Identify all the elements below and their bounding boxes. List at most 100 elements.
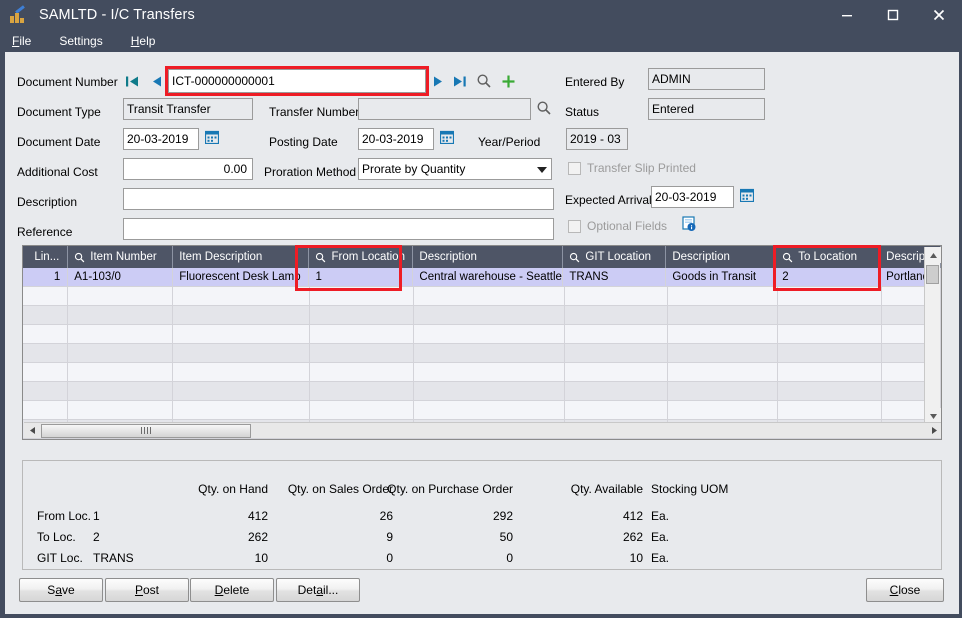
- transfer-slip-printed-checkbox[interactable]: [568, 162, 581, 175]
- expected-arrival-input[interactable]: [651, 186, 734, 208]
- optional-fields-checkbox[interactable]: [568, 220, 581, 233]
- close-button[interactable]: Close: [866, 578, 944, 602]
- summary-row-location-from: 1: [93, 509, 100, 523]
- transfer-number-label: Transfer Number: [269, 105, 360, 119]
- cell-empty: [777, 344, 882, 363]
- grid-col-item-description[interactable]: Item Description: [173, 246, 310, 268]
- previous-record-icon[interactable]: [147, 72, 165, 90]
- table-row-empty[interactable]: [23, 401, 941, 420]
- posting-date-input[interactable]: [358, 128, 434, 150]
- first-record-icon[interactable]: [123, 72, 141, 90]
- summary-row-location-to: 2: [93, 530, 100, 544]
- status-label: Status: [565, 105, 600, 119]
- cell-git-location: TRANS: [563, 268, 667, 287]
- cell-empty: [23, 344, 69, 363]
- expected-arrival-label: Expected Arrival: [565, 193, 652, 207]
- document-date-input[interactable]: [123, 128, 199, 150]
- transfer-number-input[interactable]: [358, 98, 531, 120]
- cell-empty: [68, 306, 174, 325]
- minimize-icon[interactable]: [824, 0, 870, 30]
- year-period-input[interactable]: [566, 128, 628, 150]
- delete-button[interactable]: Delete: [190, 578, 274, 602]
- grid-col-from-location[interactable]: From Location: [309, 246, 414, 268]
- summary-from-qty-on-sales-order: 26: [379, 509, 393, 523]
- horizontal-scrollbar[interactable]: [24, 422, 941, 438]
- summary-to-qty-on-hand: 262: [247, 530, 268, 544]
- menu-help[interactable]: Help: [131, 34, 156, 48]
- table-row-empty[interactable]: [23, 344, 941, 363]
- table-row-empty[interactable]: [23, 306, 941, 325]
- new-record-icon[interactable]: [499, 72, 517, 90]
- reference-label: Reference: [17, 225, 73, 239]
- grid-col-git-location[interactable]: GIT Location: [563, 246, 667, 268]
- vertical-scrollbar[interactable]: [924, 247, 941, 424]
- cell-empty: [777, 325, 882, 344]
- close-icon[interactable]: [916, 0, 962, 30]
- grid-col-git-description[interactable]: Description: [666, 246, 777, 268]
- last-record-icon[interactable]: [451, 72, 469, 90]
- summary-header-qty-on-purchase-order: Qty. on Purchase Order: [387, 482, 513, 496]
- scroll-left-icon[interactable]: [24, 423, 40, 438]
- grid-col-from-description[interactable]: Description: [413, 246, 564, 268]
- reference-input[interactable]: [123, 218, 554, 240]
- expected-arrival-calendar-icon[interactable]: [739, 188, 755, 203]
- cell-empty: [23, 363, 69, 382]
- menu-file[interactable]: FFileile: [12, 34, 31, 48]
- entered-by-input[interactable]: [648, 68, 765, 90]
- close-button-label: Close: [889, 583, 921, 597]
- menu-settings[interactable]: Settings: [59, 34, 102, 48]
- summary-git-stocking-uom: Ea.: [651, 551, 670, 565]
- summary-row-label-to: To Loc.: [37, 530, 76, 544]
- summary-from-stocking-uom: Ea.: [651, 509, 670, 523]
- cell-empty: [310, 401, 415, 420]
- document-number-input[interactable]: [168, 69, 426, 93]
- summary-from-qty-on-purchase-order: 292: [492, 509, 513, 523]
- detail-button[interactable]: Detail...: [276, 578, 360, 602]
- cell-empty: [414, 325, 565, 344]
- summary-to-qty-available: 262: [622, 530, 643, 544]
- cell-empty: [564, 325, 668, 344]
- table-row-empty[interactable]: [23, 382, 941, 401]
- document-date-calendar-icon[interactable]: [204, 130, 220, 145]
- additional-cost-input[interactable]: [123, 158, 253, 180]
- proration-method-select[interactable]: Prorate by Quantity: [358, 158, 552, 180]
- maximize-icon[interactable]: [870, 0, 916, 30]
- summary-to-qty-on-purchase-order: 50: [499, 530, 513, 544]
- description-label: Description: [17, 195, 78, 209]
- cell-empty: [173, 401, 311, 420]
- next-record-icon[interactable]: [429, 72, 447, 90]
- grid-col-item-number[interactable]: Item Number: [68, 246, 174, 268]
- cell-empty: [68, 363, 174, 382]
- description-input[interactable]: [123, 188, 554, 210]
- cell-empty: [564, 287, 668, 306]
- cell-from-description: Central warehouse - Seattle: [413, 268, 564, 287]
- lookup-icon[interactable]: [535, 99, 553, 117]
- summary-header-stocking-uom: Stocking UOM: [651, 482, 729, 496]
- table-row-empty[interactable]: [23, 287, 941, 306]
- scroll-up-icon[interactable]: [925, 247, 941, 263]
- horizontal-scroll-thumb[interactable]: [41, 423, 251, 438]
- table-row-empty[interactable]: [23, 363, 941, 382]
- grid-col-line[interactable]: Lin...: [23, 246, 69, 268]
- summary-git-qty-available: 10: [629, 551, 643, 565]
- cell-empty: [667, 382, 778, 401]
- scroll-right-icon[interactable]: [926, 423, 941, 438]
- find-icon[interactable]: [475, 72, 493, 90]
- summary-to-qty-on-sales-order: 9: [386, 530, 393, 544]
- status-input[interactable]: [648, 98, 765, 120]
- finder-icon: [782, 252, 793, 263]
- cell-empty: [310, 363, 415, 382]
- document-type-input[interactable]: [123, 98, 253, 120]
- save-button[interactable]: Save: [19, 578, 103, 602]
- post-button[interactable]: Post: [105, 578, 189, 602]
- cell-empty: [667, 401, 778, 420]
- optional-fields-info-icon[interactable]: [681, 216, 697, 232]
- detail-button-label: Detail...: [297, 583, 339, 597]
- table-row[interactable]: 1 A1-103/0 Fluorescent Desk Lamp 1 Centr…: [23, 268, 941, 287]
- transfer-slip-printed-label: Transfer Slip Printed: [587, 161, 696, 175]
- cell-empty: [173, 344, 311, 363]
- vertical-scroll-thumb[interactable]: [926, 265, 939, 284]
- grid-col-to-location[interactable]: To Location: [776, 246, 881, 268]
- posting-date-calendar-icon[interactable]: [439, 130, 455, 145]
- table-row-empty[interactable]: [23, 325, 941, 344]
